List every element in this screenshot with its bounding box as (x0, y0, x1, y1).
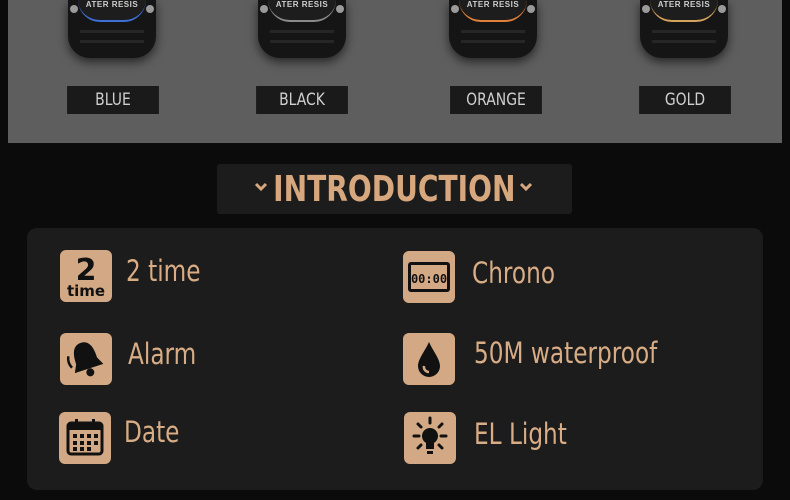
two-time-icon: 2 time (60, 250, 112, 302)
watch-engraving: ATER RESIS (275, 0, 329, 9)
watch-blue: ATER RESIS (52, 0, 172, 62)
svg-text:00:00: 00:00 (411, 272, 447, 286)
color-option-blue[interactable]: BLUE (67, 86, 159, 114)
svg-text:time: time (67, 282, 105, 300)
watch-engraving: ATER RESIS (657, 0, 711, 9)
product-color-band: ATER RESIS BLUE ATER RESIS BLACK ATER RE… (8, 0, 782, 143)
watch-black: ATER RESIS (242, 0, 362, 62)
chrono-icon: 00:00 (403, 251, 455, 303)
calendar-icon (59, 412, 111, 464)
introduction-banner: INTRODUCTION (217, 164, 572, 214)
color-option-black[interactable]: BLACK (256, 86, 348, 114)
color-option-gold[interactable]: GOLD (639, 86, 731, 114)
watch-engraving: ATER RESIS (466, 0, 520, 9)
feature-label-chrono: Chrono (472, 256, 556, 290)
features-panel: 2 time 2 time 00:00 Chrono Alarm 50M wat… (27, 228, 763, 490)
chevron-down-icon (519, 182, 533, 192)
feature-label-waterproof: 50M waterproof (474, 336, 658, 370)
light-bulb-icon (404, 412, 456, 464)
feature-label-el-light: EL Light (474, 417, 567, 451)
watch-gold: ATER RESIS (624, 0, 744, 62)
water-drop-icon (403, 333, 455, 385)
color-option-orange[interactable]: ORANGE (450, 86, 542, 114)
watch-engraving: ATER RESIS (85, 0, 139, 9)
feature-label-date: Date (124, 415, 180, 449)
feature-label-2-time: 2 time (126, 254, 201, 288)
alarm-bell-icon (60, 333, 112, 385)
feature-label-alarm: Alarm (128, 337, 197, 371)
watch-orange: ATER RESIS (433, 0, 553, 62)
